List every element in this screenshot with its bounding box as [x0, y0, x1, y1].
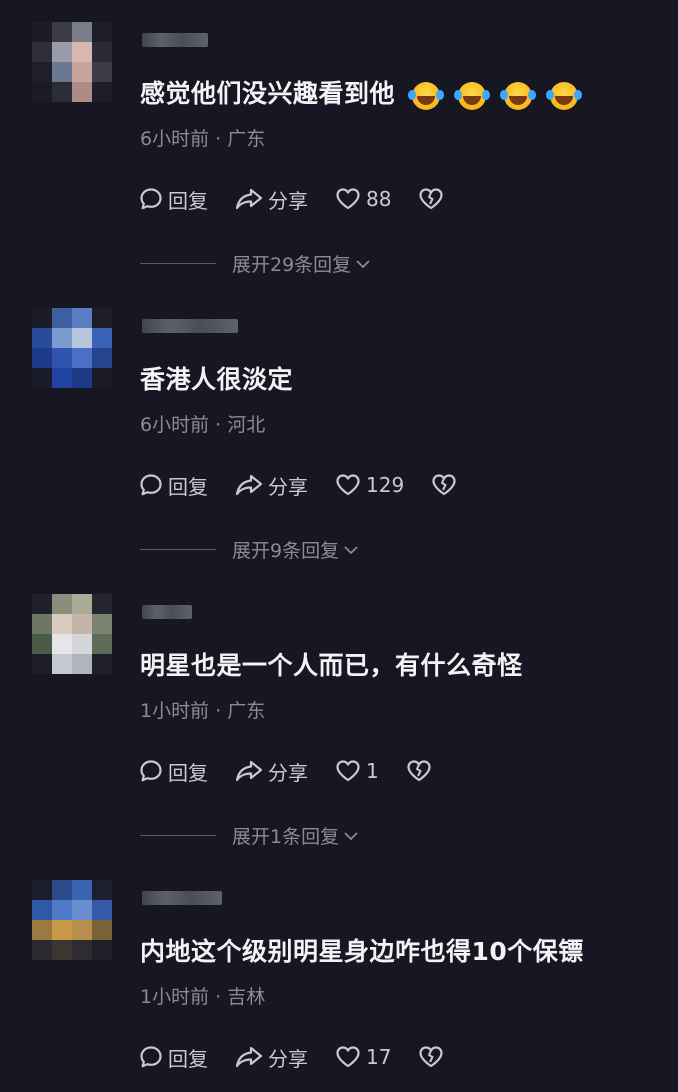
broken-heart-icon — [419, 188, 444, 210]
share-button[interactable]: 分享 — [234, 757, 308, 786]
broken-heart-icon — [432, 474, 456, 496]
action-bar: 回复 分享 88 — [138, 182, 475, 216]
avatar[interactable] — [32, 22, 112, 102]
share-arrow-icon — [235, 474, 263, 496]
laughing-crying-emoji — [408, 82, 441, 110]
comment-item: 内地这个级别明星身边咋也得10个保镖 1小时前 · 吉林 回复 分享 17 — [0, 858, 678, 1092]
reply-button[interactable]: 回复 — [138, 757, 208, 786]
chevron-down-icon — [356, 259, 370, 268]
like-button[interactable]: 129 — [334, 472, 404, 498]
laughing-crying-emoji — [454, 82, 487, 110]
comment-bubble-icon — [140, 474, 162, 496]
reply-button[interactable]: 回复 — [138, 1043, 208, 1072]
comment-item: 感觉他们没兴趣看到他 6小时前 · 广东 回复 分享 88 展开29条回复 — [0, 0, 678, 286]
comment-list: 感觉他们没兴趣看到他 6小时前 · 广东 回复 分享 88 展开29条回复 香港… — [0, 0, 678, 1092]
heart-icon — [336, 760, 360, 782]
broken-heart-icon — [407, 760, 431, 782]
username-blurred[interactable] — [142, 319, 238, 333]
share-button[interactable]: 分享 — [234, 1043, 308, 1072]
like-count: 88 — [366, 187, 392, 211]
chevron-down-icon — [344, 831, 358, 840]
comment-text: 感觉他们没兴趣看到他 — [140, 74, 596, 110]
dislike-button[interactable] — [417, 1044, 449, 1070]
heart-icon — [336, 474, 360, 496]
comment-item: 香港人很淡定 6小时前 · 河北 回复 分享 129 展开9条回复 — [0, 286, 678, 572]
comment-bubble-icon — [140, 1046, 162, 1068]
share-label: 分享 — [268, 760, 308, 785]
action-bar: 回复 分享 17 — [138, 1040, 475, 1074]
like-button[interactable]: 1 — [334, 758, 379, 784]
reply-label: 回复 — [168, 760, 208, 785]
share-button[interactable]: 分享 — [234, 185, 308, 214]
share-arrow-icon — [235, 760, 263, 782]
like-count: 17 — [366, 1045, 392, 1069]
reply-button[interactable]: 回复 — [138, 185, 208, 214]
avatar[interactable] — [32, 880, 112, 960]
expand-replies-label: 展开9条回复 — [232, 540, 340, 562]
laughing-crying-emoji — [546, 82, 579, 110]
username-blurred[interactable] — [142, 33, 208, 47]
reply-button[interactable]: 回复 — [138, 471, 208, 500]
username-blurred[interactable] — [142, 605, 192, 619]
heart-icon — [336, 188, 360, 210]
share-label: 分享 — [268, 474, 308, 499]
share-label: 分享 — [268, 188, 308, 213]
avatar[interactable] — [32, 308, 112, 388]
comment-text: 香港人很淡定 — [140, 365, 294, 394]
heart-icon — [336, 1046, 360, 1068]
laughing-crying-emoji — [500, 82, 533, 110]
like-button[interactable]: 17 — [334, 1044, 391, 1070]
divider-line — [140, 263, 216, 264]
divider-line — [140, 549, 216, 550]
action-bar: 回复 分享 1 — [138, 754, 463, 788]
comment-text: 明星也是一个人而已，有什么奇怪 — [140, 651, 523, 680]
comment-meta: 1小时前 · 广东 — [140, 700, 266, 722]
username-blurred[interactable] — [142, 891, 222, 905]
comment-bubble-icon — [140, 188, 162, 210]
comment-bubble-icon — [140, 760, 162, 782]
reply-label: 回复 — [168, 474, 208, 499]
reply-label: 回复 — [168, 1046, 208, 1071]
comment-text: 内地这个级别明星身边咋也得10个保镖 — [140, 937, 584, 966]
share-arrow-icon — [235, 1046, 263, 1068]
expand-replies-label: 展开29条回复 — [232, 254, 352, 276]
like-count: 129 — [366, 473, 405, 497]
comment-meta: 6小时前 · 广东 — [140, 128, 266, 150]
like-count: 1 — [366, 759, 379, 783]
expand-replies-button[interactable]: 展开1条回复 — [140, 822, 359, 849]
comment-meta: 6小时前 · 河北 — [140, 414, 266, 436]
chevron-down-icon — [344, 545, 358, 554]
divider-line — [140, 835, 216, 836]
expand-replies-label: 展开1条回复 — [232, 826, 340, 848]
broken-heart-icon — [419, 1046, 444, 1068]
comment-item: 明星也是一个人而已，有什么奇怪 1小时前 · 广东 回复 分享 1 展开1条回复 — [0, 572, 678, 858]
share-arrow-icon — [235, 188, 263, 210]
reply-label: 回复 — [168, 188, 208, 213]
action-bar: 回复 分享 129 — [138, 468, 488, 502]
expand-replies-button[interactable]: 展开9条回复 — [140, 536, 359, 563]
share-button[interactable]: 分享 — [234, 471, 308, 500]
dislike-button[interactable] — [430, 472, 462, 498]
like-button[interactable]: 88 — [334, 186, 391, 212]
expand-replies-button[interactable]: 展开29条回复 — [140, 250, 371, 277]
avatar[interactable] — [32, 594, 112, 674]
share-label: 分享 — [268, 1046, 308, 1071]
dislike-button[interactable] — [417, 186, 449, 212]
emoji-row — [408, 80, 596, 110]
dislike-button[interactable] — [405, 758, 437, 784]
comment-meta: 1小时前 · 吉林 — [140, 986, 266, 1008]
